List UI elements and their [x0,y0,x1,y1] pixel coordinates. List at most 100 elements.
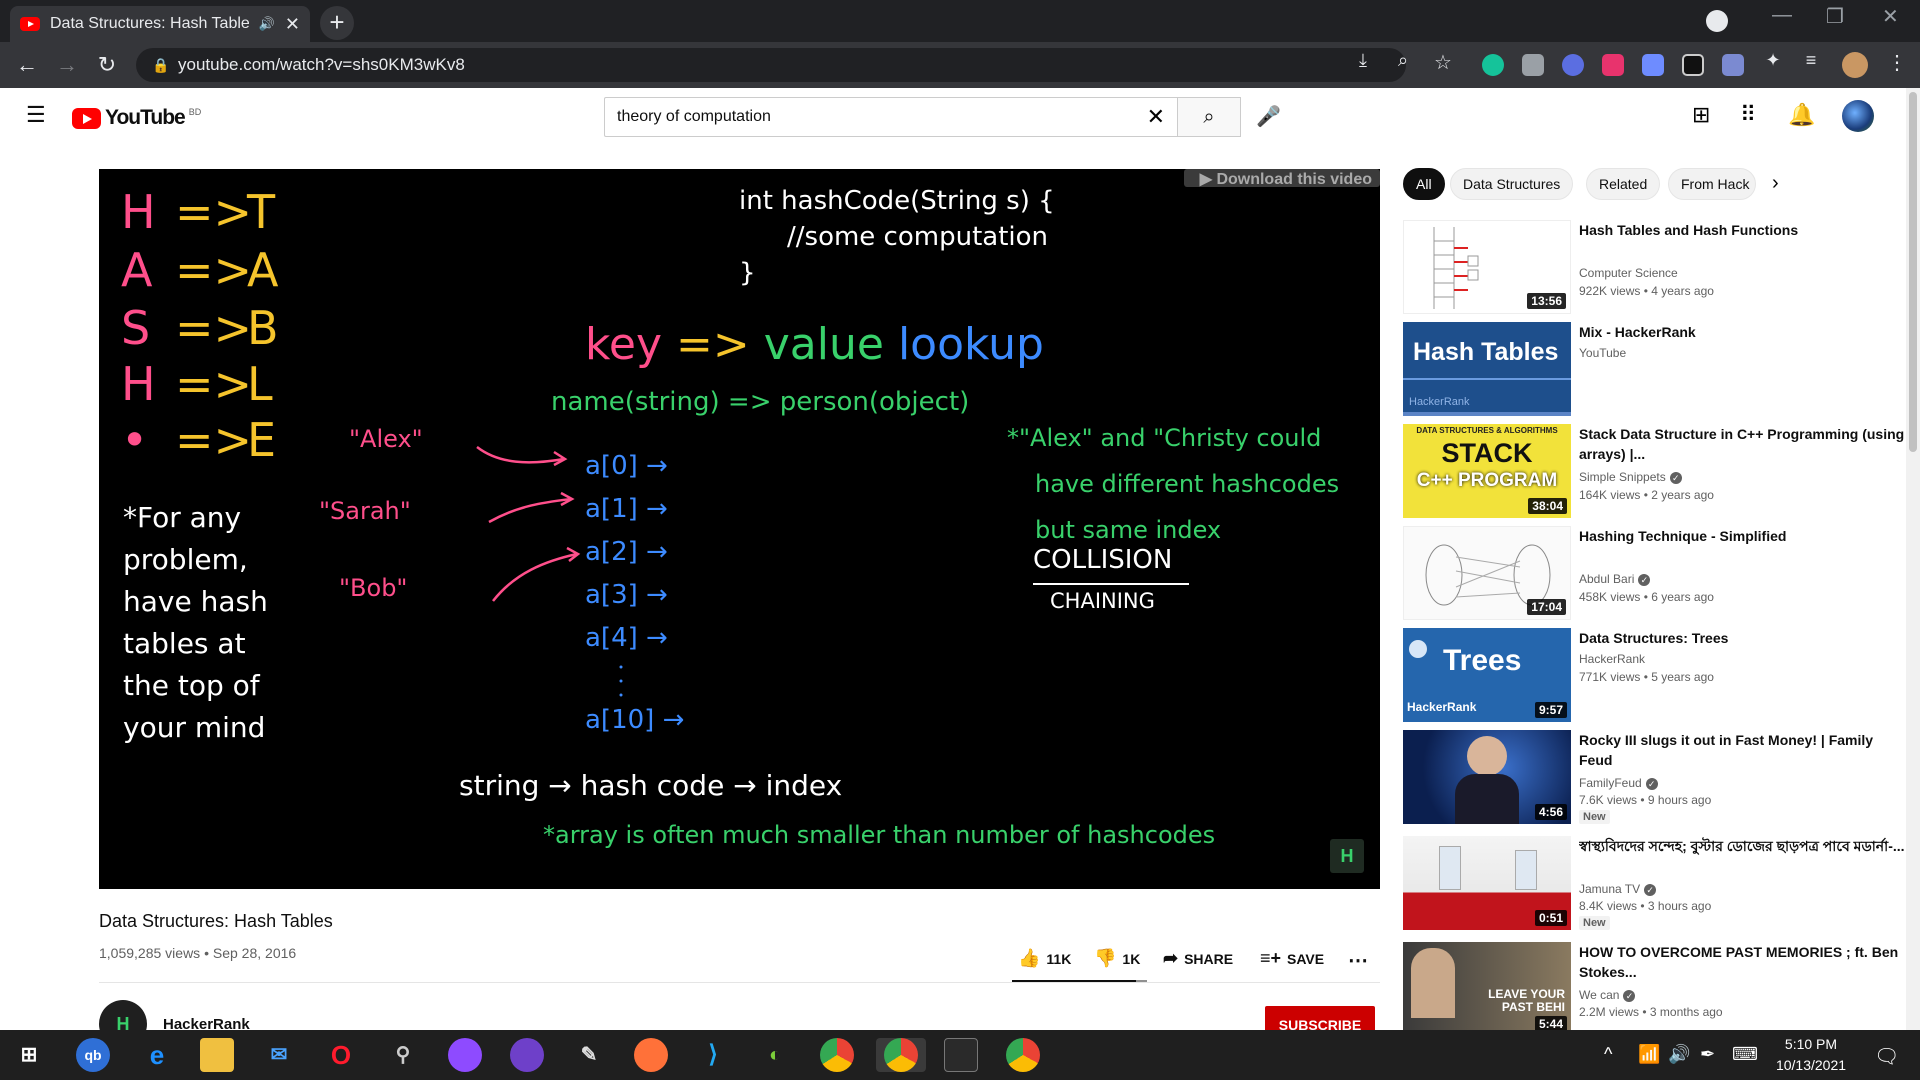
chrome-icon[interactable] [820,1038,854,1072]
recommendation-item[interactable]: 13:56 Hash Tables and Hash Functions Com… [1403,220,1913,316]
volume-icon[interactable]: 🔊 [1668,1044,1690,1065]
chrome-menu-icon[interactable]: ⋮ [1882,50,1912,75]
download-extension-icon[interactable] [1642,54,1664,76]
thumbnail-text: HackerRank [1407,700,1477,714]
chip-from-hackerrank[interactable]: From Hack [1668,168,1756,200]
chrome-active-app[interactable] [876,1038,926,1072]
install-icon[interactable]: ⤓ [1348,50,1378,71]
grammarly-extension-icon[interactable] [1482,54,1504,76]
forward-icon[interactable]: → [52,52,82,78]
globe-app-icon[interactable]: ◐ [758,1038,792,1072]
terminal-icon[interactable] [944,1038,978,1072]
dislike-count: 1K [1122,950,1141,967]
chevron-right-icon[interactable]: › [1772,172,1779,195]
array-slot: a[0] → [585,451,668,481]
windows-start-icon[interactable]: ⊞ [12,1038,46,1072]
recommendation-item[interactable]: 17:04 Hashing Technique - Simplified Abd… [1403,526,1913,622]
bookmark-star-icon[interactable]: ☆ [1428,50,1458,75]
note-line: have different hashcodes [1035,470,1340,498]
channel-text: We can [1579,988,1620,1002]
satellite-app-icon[interactable]: ⚲ [386,1038,420,1072]
messenger-icon[interactable] [448,1038,482,1072]
recommendation-item[interactable]: LEAVE YOUR PAST BEHI 5:44 HOW TO OVERCOM… [1403,942,1913,1038]
more-actions-icon[interactable]: ⋯ [1348,948,1368,973]
taskbar-clock[interactable]: 5:10 PM 10/13/2021 [1756,1034,1866,1076]
back-icon[interactable]: ← [12,52,42,78]
video-duration: 9:57 [1534,702,1567,718]
zoom-icon[interactable]: ⌕ [1388,50,1418,71]
extension-icon[interactable] [1562,54,1584,76]
chip-all[interactable]: All [1403,168,1445,200]
reload-icon[interactable]: ↻ [92,52,122,78]
recommendation-views: 771K views • 5 years ago [1579,670,1714,684]
profile-menu-icon[interactable] [1706,10,1728,32]
dislike-button[interactable]: 👎 1K [1094,948,1140,969]
keyboard-icon[interactable]: ⌨ [1732,1044,1758,1065]
puzzle-extensions-icon[interactable]: ✦ [1758,50,1788,71]
minimize-icon[interactable]: — [1772,4,1792,27]
clock-date: 10/13/2021 [1775,1057,1847,1073]
apps-grid-icon[interactable]: ⠿ [1740,102,1756,128]
maximize-icon[interactable]: ❐ [1826,4,1844,29]
recommendation-title: Stack Data Structure in C++ Programming … [1579,426,1905,462]
opera-browser-icon[interactable]: O [324,1038,358,1072]
app-icon[interactable]: qb [76,1038,110,1072]
account-avatar[interactable] [1842,100,1874,132]
notifications-bell-icon[interactable]: 🔔 [1788,102,1815,128]
recommendation-item[interactable]: DATA STRUCTURES & ALGORITHMS STACK C++ P… [1403,424,1913,520]
chrome-icon [884,1038,918,1072]
edge-browser-icon[interactable]: e [140,1038,174,1072]
file-explorer-icon[interactable] [200,1038,234,1072]
save-button[interactable]: ≡+ SAVE [1260,948,1324,969]
media-control-icon[interactable]: ≡ [1796,50,1826,71]
profile-avatar-icon[interactable] [1842,52,1868,78]
voice-search-icon[interactable]: 🎤 [1256,104,1281,129]
extension-icon[interactable] [1682,54,1704,76]
chip-related[interactable]: Related [1586,168,1661,200]
recommendation-item[interactable]: 4:56 Rocky III slugs it out in Fast Mone… [1403,730,1913,826]
pen-tray-icon[interactable]: ✒ [1700,1044,1715,1065]
hamburger-menu-icon[interactable]: ☰ [26,102,46,128]
address-bar[interactable]: 🔒 youtube.com/watch?v=shs0KM3wKv8 [136,48,1406,82]
pen-extension-icon[interactable] [1722,54,1744,76]
create-video-icon[interactable]: ⊞ [1692,102,1710,128]
paint-app-icon[interactable]: ✎ [572,1038,606,1072]
camera-extension-icon[interactable] [1522,54,1544,76]
like-button[interactable]: 👍 11K [1018,948,1071,969]
new-tab-button[interactable]: + [320,6,354,40]
chrome-profile-icon[interactable] [1006,1038,1040,1072]
firefox-icon[interactable] [634,1038,668,1072]
speaker-icon[interactable]: 🔊 [259,16,275,32]
mnemonic-left: A [121,243,153,297]
add-to-playlist-icon: ≡+ [1260,948,1282,968]
mail-icon[interactable]: ✉ [262,1038,296,1072]
youtube-play-icon [72,107,101,129]
recommendation-views: 8.4K views • 3 hours ago [1579,899,1712,913]
video-player[interactable]: H =>T A =>A S =>B H =>L • =>E *For any problem, h… [99,169,1380,889]
recommendation-item[interactable]: Hash Tables HackerRank Mix - HackerRank … [1403,322,1913,418]
chip-data-structures[interactable]: Data Structures [1450,168,1574,200]
vscode-icon[interactable]: ⟩ [696,1038,730,1072]
wifi-icon[interactable]: 📶 [1638,1044,1660,1065]
github-desktop-icon[interactable] [510,1038,544,1072]
recommendation-item[interactable]: Trees HackerRank 9:57 Data Structures: T… [1403,628,1913,724]
notification-center-icon[interactable]: 🗨 [1874,1044,1899,1069]
tab-title: Data Structures: Hash Tables [50,15,249,32]
browser-tab[interactable]: Data Structures: Hash Tables 🔊 ✕ [10,6,310,42]
clear-search-icon[interactable]: ✕ [1147,98,1165,136]
tab-close-icon[interactable]: ✕ [285,14,300,35]
download-video-button[interactable]: ▶ Download this video [1183,169,1380,188]
search-input[interactable]: theory of computation ✕ [604,97,1177,137]
youtube-logo[interactable]: YouTube BD [72,106,201,130]
close-window-icon[interactable]: ✕ [1882,4,1899,29]
verified-check-icon: ✓ [1669,471,1682,484]
share-button[interactable]: ➦ SHARE [1163,948,1233,969]
search-button[interactable]: ⌕ [1177,97,1241,137]
recommendation-item[interactable]: 0:51 স্বাস্থ্যবিদদের সন্দেহ; বুস্টার ডোজ… [1403,836,1913,932]
arrow-bob [492,552,578,602]
scrollbar-thumb[interactable] [1909,92,1917,452]
tray-chevron-icon[interactable]: ^ [1604,1044,1612,1065]
thumbnail-stripe [1403,378,1571,380]
recommendation-views: 7.6K views • 9 hours ago [1579,793,1712,807]
flag-extension-icon[interactable] [1602,54,1624,76]
